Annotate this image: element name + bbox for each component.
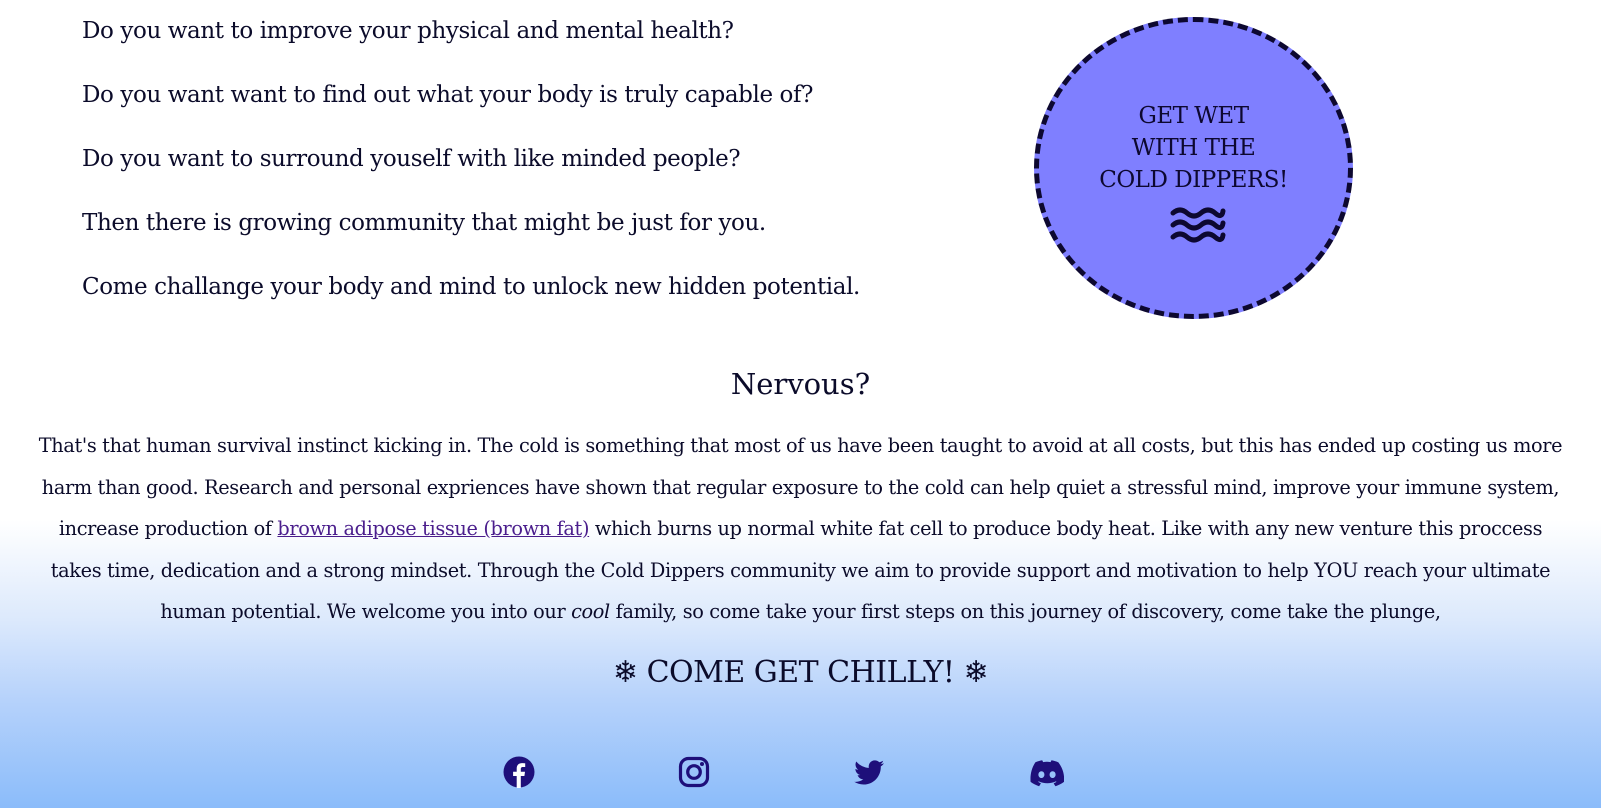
come-get-chilly-heading: ❄ COME GET CHILLY! ❄ xyxy=(0,653,1601,693)
cool-emphasis: cool xyxy=(571,600,610,623)
intro-statement-community: Then there is growing community that mig… xyxy=(82,210,766,236)
facebook-link[interactable] xyxy=(502,755,536,789)
badge-line-2: WITH THE xyxy=(1131,135,1256,161)
discord-link[interactable] xyxy=(1030,755,1064,789)
badge-line-1: GET WET xyxy=(1138,103,1249,129)
intro-questions: Do you want to improve your physical and… xyxy=(82,16,982,336)
cta-text: COME GET CHILLY! xyxy=(646,655,955,690)
intro-question-community: Do you want to surround youself with lik… xyxy=(82,146,741,172)
badge-line-3: COLD DIPPERS! xyxy=(1099,167,1288,193)
snowflake-icon: ❄ xyxy=(963,655,989,690)
get-wet-badge[interactable]: GET WET WITH THE COLD DIPPERS! xyxy=(1034,17,1353,319)
discord-icon xyxy=(1030,760,1064,787)
instagram-icon xyxy=(678,756,710,788)
waves-icon xyxy=(1170,207,1226,243)
paragraph-end-text: family, so come take your first steps on… xyxy=(609,600,1441,623)
twitter-icon xyxy=(854,760,884,785)
intro-question-health: Do you want to improve your physical and… xyxy=(82,18,734,44)
instagram-link[interactable] xyxy=(677,755,711,789)
cold-benefits-paragraph: That's that human survival instinct kick… xyxy=(32,425,1569,633)
nervous-heading: Nervous? xyxy=(730,367,871,401)
intro-statement-challenge: Come challange your body and mind to unl… xyxy=(82,274,860,300)
intro-question-capable: Do you want want to find out what your b… xyxy=(82,82,814,108)
twitter-link[interactable] xyxy=(852,755,886,789)
badge-text: GET WET WITH THE COLD DIPPERS! xyxy=(1039,100,1348,196)
facebook-icon xyxy=(503,756,535,788)
brown-fat-link[interactable]: brown adipose tissue (brown fat) xyxy=(277,517,589,540)
snowflake-icon: ❄ xyxy=(612,655,638,690)
